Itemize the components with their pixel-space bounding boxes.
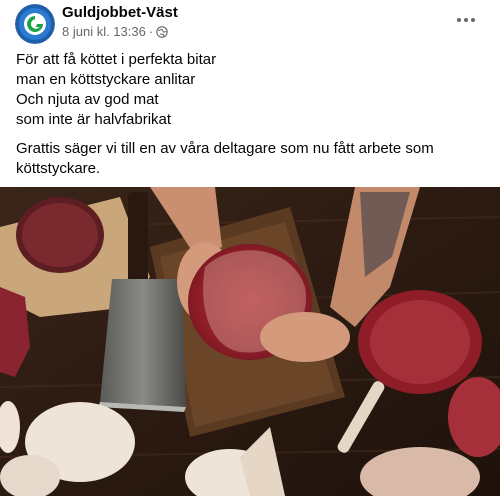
post-timestamp[interactable]: 8 juni kl. 13:36 [62, 24, 146, 39]
guldjobbet-logo-icon [15, 4, 55, 44]
post-text-line: Och njuta av god mat [16, 91, 159, 108]
post-text: För att få köttet i perfekta bitar man e… [16, 50, 486, 179]
page-avatar[interactable] [15, 4, 55, 44]
meta-separator: · [148, 24, 154, 39]
meat-photo [0, 187, 500, 496]
post-meta: 8 juni kl. 13:36 · [62, 24, 168, 39]
more-options-button[interactable] [448, 2, 484, 38]
facebook-post: Guldjobbet-Väst 8 juni kl. 13:36 · För a… [0, 0, 500, 496]
post-text-line: För att få köttet i perfekta bitar [16, 51, 217, 68]
post-text-line: man en köttstyckare anlitar [16, 71, 196, 88]
page-name-link[interactable]: Guldjobbet-Väst [62, 4, 178, 21]
post-image[interactable] [0, 187, 500, 496]
post-text-line: köttstyckare. [16, 160, 101, 177]
more-options-icon [457, 18, 461, 22]
post-text-line: som inte är halvfabrikat [16, 111, 172, 128]
globe-icon[interactable] [156, 25, 168, 38]
post-header: Guldjobbet-Väst 8 juni kl. 13:36 · [0, 0, 500, 44]
post-text-line: Grattis säger vi till en av våra deltaga… [16, 140, 434, 157]
